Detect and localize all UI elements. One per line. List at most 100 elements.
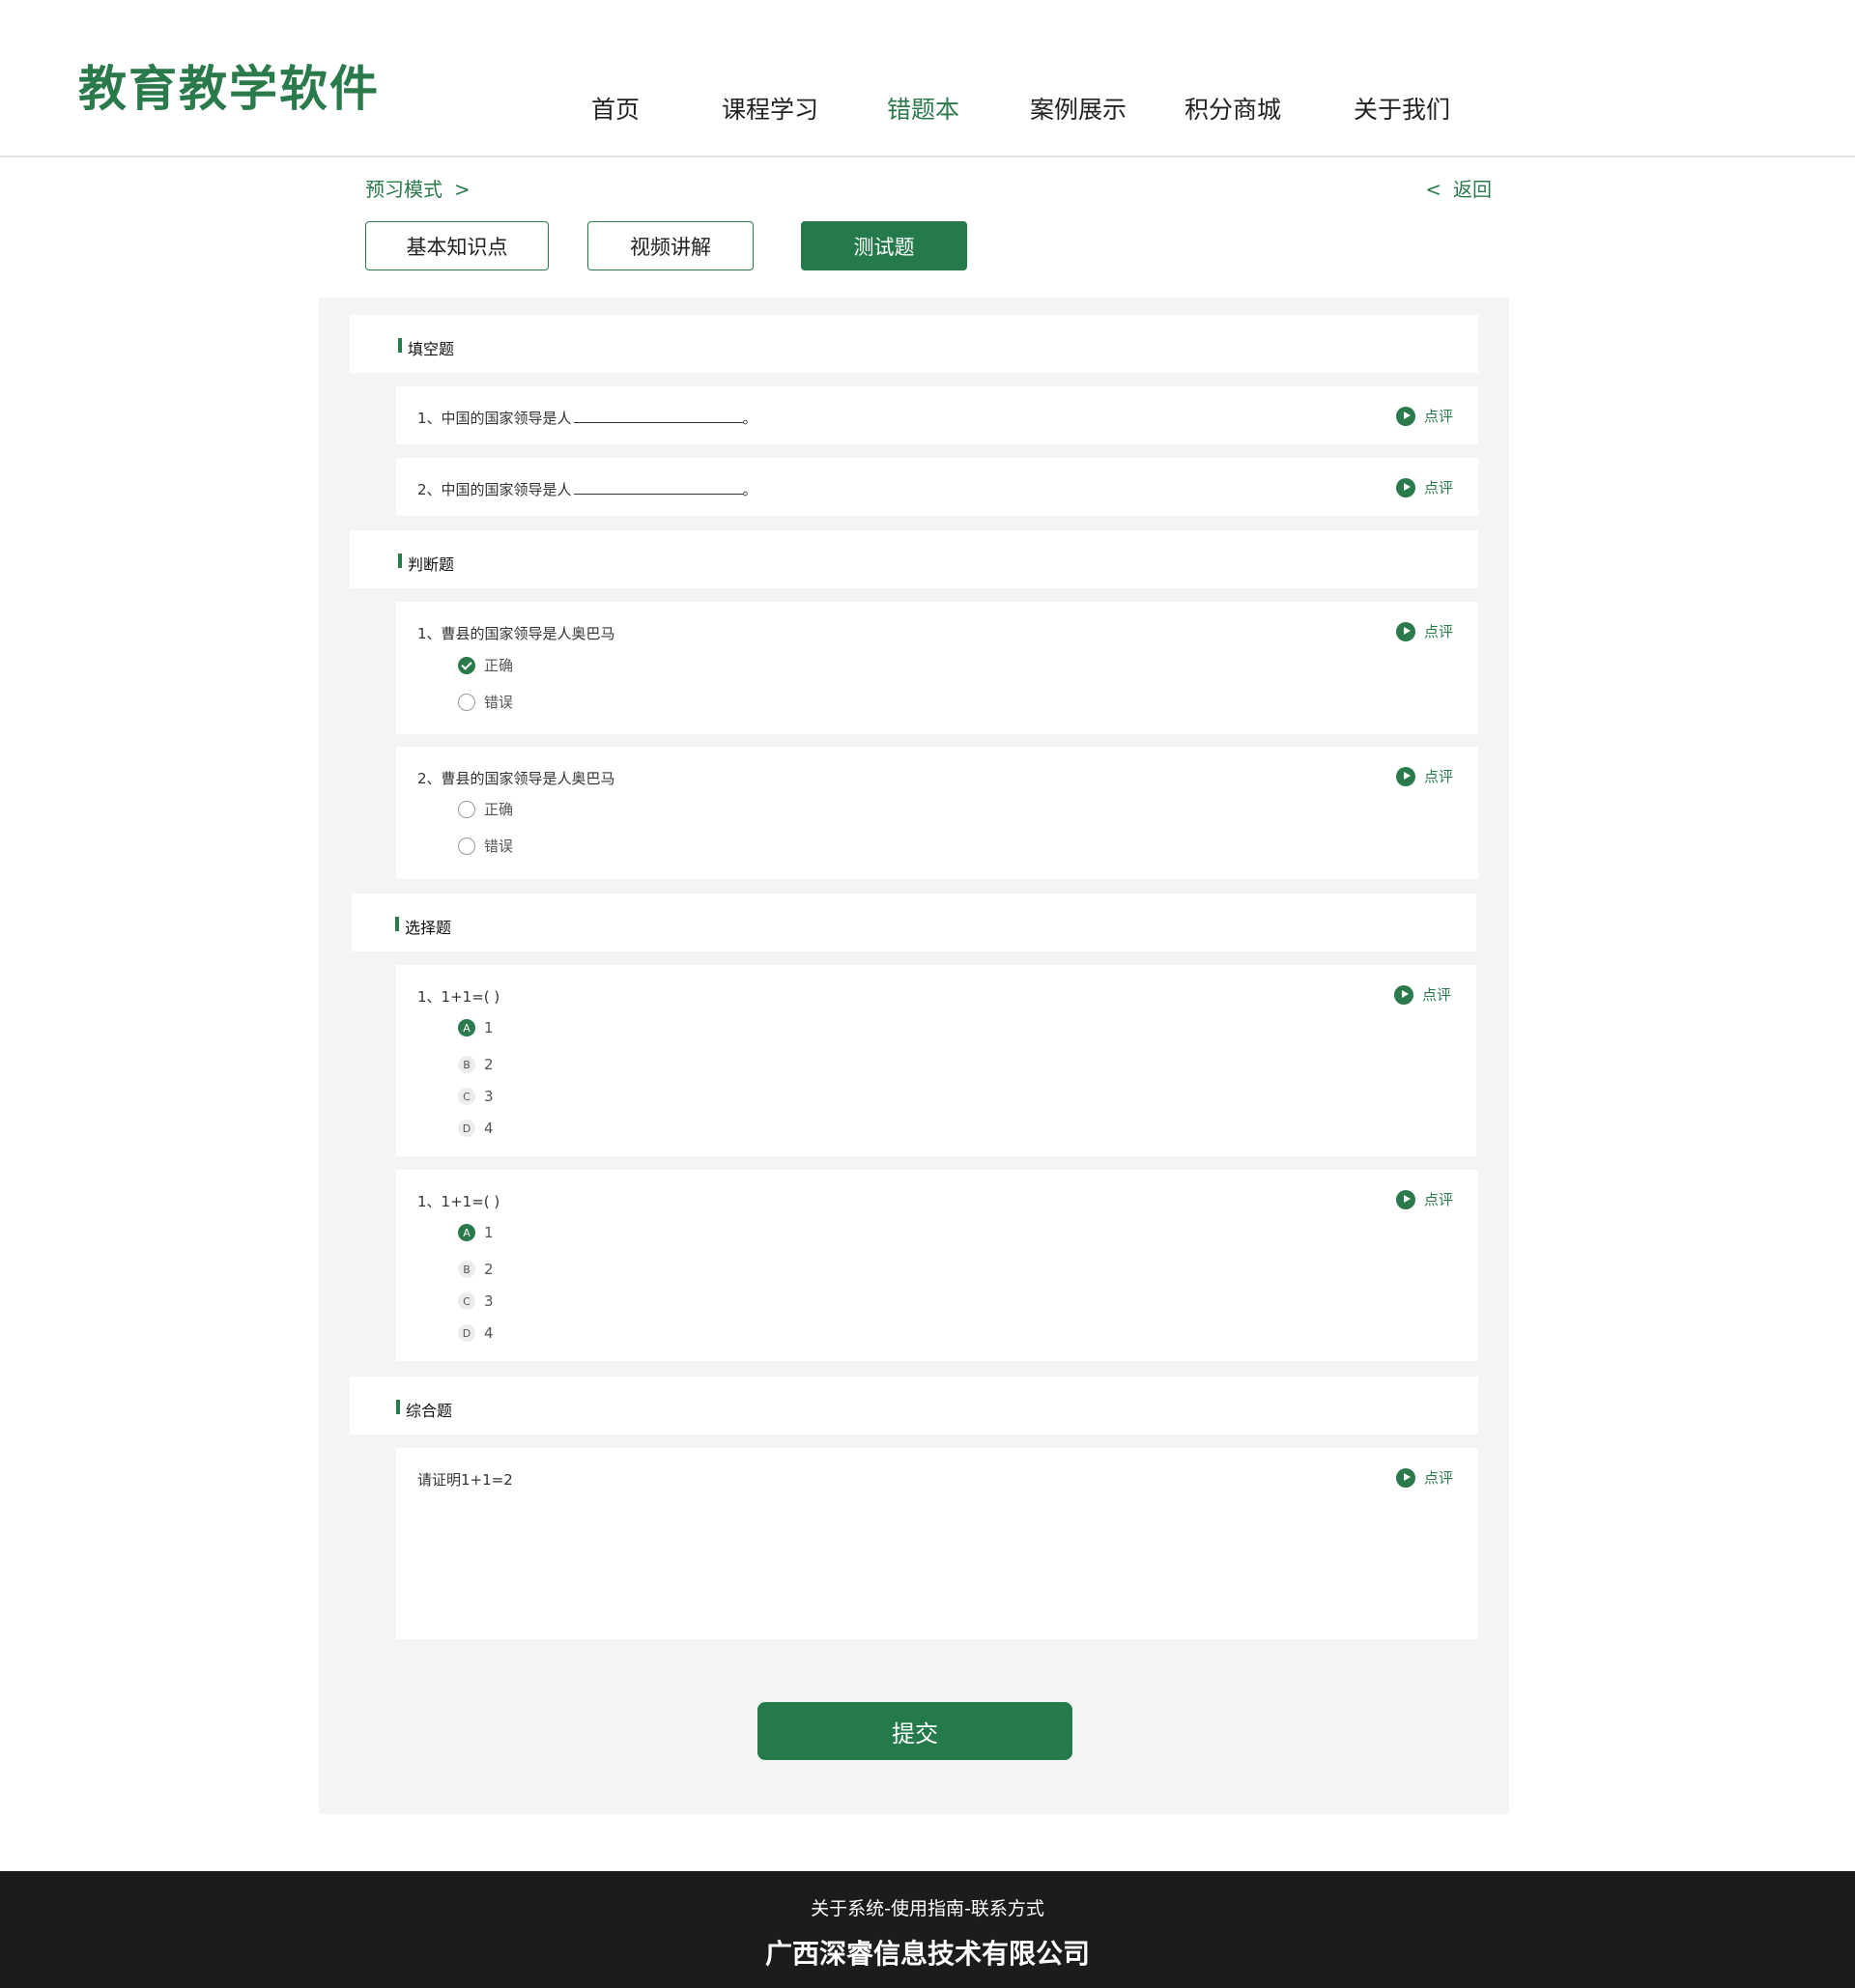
- question-card: 1、曹县的国家领导是人奥巴马 点评 正确 错误: [396, 602, 1478, 734]
- review-button[interactable]: 点评: [1395, 406, 1453, 426]
- answer-blank[interactable]: [573, 481, 743, 495]
- play-circle-icon: [1395, 406, 1415, 426]
- option-true[interactable]: 正确: [458, 655, 513, 675]
- option-label: 错误: [484, 838, 514, 855]
- review-button[interactable]: 点评: [1395, 1189, 1453, 1209]
- radio-icon[interactable]: [458, 837, 475, 855]
- section-fill-blank: 填空题: [350, 315, 1478, 373]
- play-circle-icon: [1393, 984, 1413, 1005]
- option-a[interactable]: A1: [458, 1019, 494, 1037]
- chevron-left-icon: <: [1425, 178, 1441, 201]
- question-text: 请证明1+1=2: [417, 1471, 513, 1489]
- answer-blank[interactable]: [573, 410, 743, 423]
- letter-a-icon: A: [458, 1224, 475, 1241]
- play-circle-icon: [1395, 1467, 1415, 1488]
- radio-icon[interactable]: [458, 800, 475, 818]
- play-circle-icon: [1395, 766, 1415, 786]
- option-b[interactable]: B2: [458, 1056, 494, 1073]
- question-card: 1、1+1=( ) 点评 A1 B2 C3 D4: [396, 965, 1476, 1156]
- option-label: 2: [484, 1056, 494, 1073]
- section-title: 判断题: [408, 555, 455, 574]
- letter-b-icon: B: [458, 1056, 475, 1073]
- question-card: 请证明1+1=2 点评: [396, 1448, 1478, 1639]
- section-marker: [395, 917, 399, 931]
- breadcrumb-label: 预习模式: [365, 178, 442, 201]
- back-button[interactable]: < 返回: [1425, 174, 1492, 202]
- question-card: 1、中国的国家领导是人 。 点评: [396, 386, 1478, 444]
- question-text: 2、中国的国家领导是人 。: [417, 479, 757, 499]
- option-b[interactable]: B2: [458, 1261, 494, 1278]
- question-text: 1、1+1=( ): [417, 1193, 500, 1210]
- breadcrumb-separator-icon: >: [454, 178, 471, 201]
- option-label: 正确: [484, 801, 514, 818]
- review-label: 点评: [1423, 623, 1453, 640]
- letter-c-icon: C: [458, 1088, 475, 1105]
- letter-d-icon: D: [458, 1120, 475, 1137]
- option-label: 4: [484, 1324, 494, 1342]
- letter-b-icon: B: [458, 1261, 475, 1278]
- site-logo[interactable]: 教育教学软件: [78, 50, 380, 120]
- section-title: 综合题: [406, 1402, 453, 1420]
- option-c[interactable]: C3: [458, 1088, 494, 1105]
- tab-test-questions[interactable]: 测试题: [801, 221, 967, 270]
- nav-home[interactable]: 首页: [591, 91, 640, 126]
- option-d[interactable]: D4: [458, 1120, 494, 1137]
- review-label: 点评: [1423, 1469, 1453, 1487]
- back-label: 返回: [1453, 178, 1492, 201]
- review-button[interactable]: 点评: [1395, 1467, 1453, 1488]
- question-text: 1、1+1=( ): [417, 988, 500, 1006]
- option-label: 4: [484, 1120, 494, 1137]
- question-suffix: 。: [742, 410, 757, 427]
- question-suffix: 。: [742, 481, 757, 498]
- review-button[interactable]: 点评: [1393, 984, 1451, 1005]
- letter-d-icon: D: [458, 1324, 475, 1342]
- option-true[interactable]: 正确: [458, 799, 513, 819]
- option-c[interactable]: C3: [458, 1292, 494, 1310]
- nav-course-study[interactable]: 课程学习: [722, 91, 818, 126]
- option-label: 3: [484, 1292, 494, 1310]
- review-button[interactable]: 点评: [1395, 621, 1453, 641]
- footer-links[interactable]: 关于系统-使用指南-联系方式: [0, 1894, 1855, 1920]
- play-circle-icon: [1395, 621, 1415, 641]
- section-title: 选择题: [405, 919, 452, 937]
- option-false[interactable]: 错误: [458, 836, 513, 856]
- nav-points-mall[interactable]: 积分商城: [1184, 91, 1281, 126]
- breadcrumb[interactable]: 预习模式 >: [365, 174, 471, 202]
- radio-checked-icon[interactable]: [458, 656, 475, 674]
- submit-button[interactable]: 提交: [757, 1702, 1072, 1760]
- option-label: 错误: [484, 694, 514, 711]
- review-button[interactable]: 点评: [1395, 477, 1453, 497]
- letter-a-icon: A: [458, 1019, 475, 1037]
- footer-company: 广西深睿信息技术有限公司: [764, 1938, 1090, 1970]
- review-label: 点评: [1423, 408, 1453, 425]
- play-circle-icon: [1395, 1189, 1415, 1209]
- section-marker: [398, 338, 402, 353]
- option-d[interactable]: D4: [458, 1324, 494, 1342]
- question-text: 2、曹县的国家领导是人奥巴马: [417, 770, 615, 787]
- tab-video-explanation[interactable]: 视频讲解: [587, 221, 754, 270]
- question-text: 1、曹县的国家领导是人奥巴马: [417, 625, 615, 642]
- question-card: 2、中国的国家领导是人 。 点评: [396, 458, 1478, 516]
- section-judge: 判断题: [350, 530, 1478, 588]
- nav-about-us[interactable]: 关于我们: [1354, 91, 1450, 126]
- review-label: 点评: [1423, 768, 1453, 785]
- option-label: 1: [484, 1224, 494, 1241]
- option-label: 3: [484, 1088, 494, 1105]
- review-label: 点评: [1423, 1191, 1453, 1208]
- option-a[interactable]: A1: [458, 1224, 494, 1241]
- question-card: 1、1+1=( ) 点评 A1 B2 C3 D4: [396, 1170, 1478, 1361]
- radio-icon[interactable]: [458, 693, 475, 711]
- review-button[interactable]: 点评: [1395, 766, 1453, 786]
- section-marker: [396, 1400, 400, 1414]
- question-stem: 2、中国的国家领导是人: [417, 481, 572, 498]
- section-title: 填空题: [408, 340, 455, 358]
- option-false[interactable]: 错误: [458, 692, 513, 712]
- option-label: 正确: [484, 657, 514, 674]
- nav-case-showcase[interactable]: 案例展示: [1030, 91, 1127, 126]
- top-header: 教育教学软件 首页 课程学习 错题本 案例展示 积分商城 关于我们: [0, 0, 1855, 157]
- question-panel: 填空题 1、中国的国家领导是人。 点评 2、中国的国家领导是人。 点评 判断题 …: [319, 298, 1509, 1814]
- section-choice: 选择题: [352, 894, 1476, 951]
- nav-mistake-book[interactable]: 错题本: [887, 91, 959, 126]
- section-marker: [398, 554, 402, 568]
- tab-basic-knowledge[interactable]: 基本知识点: [365, 221, 549, 270]
